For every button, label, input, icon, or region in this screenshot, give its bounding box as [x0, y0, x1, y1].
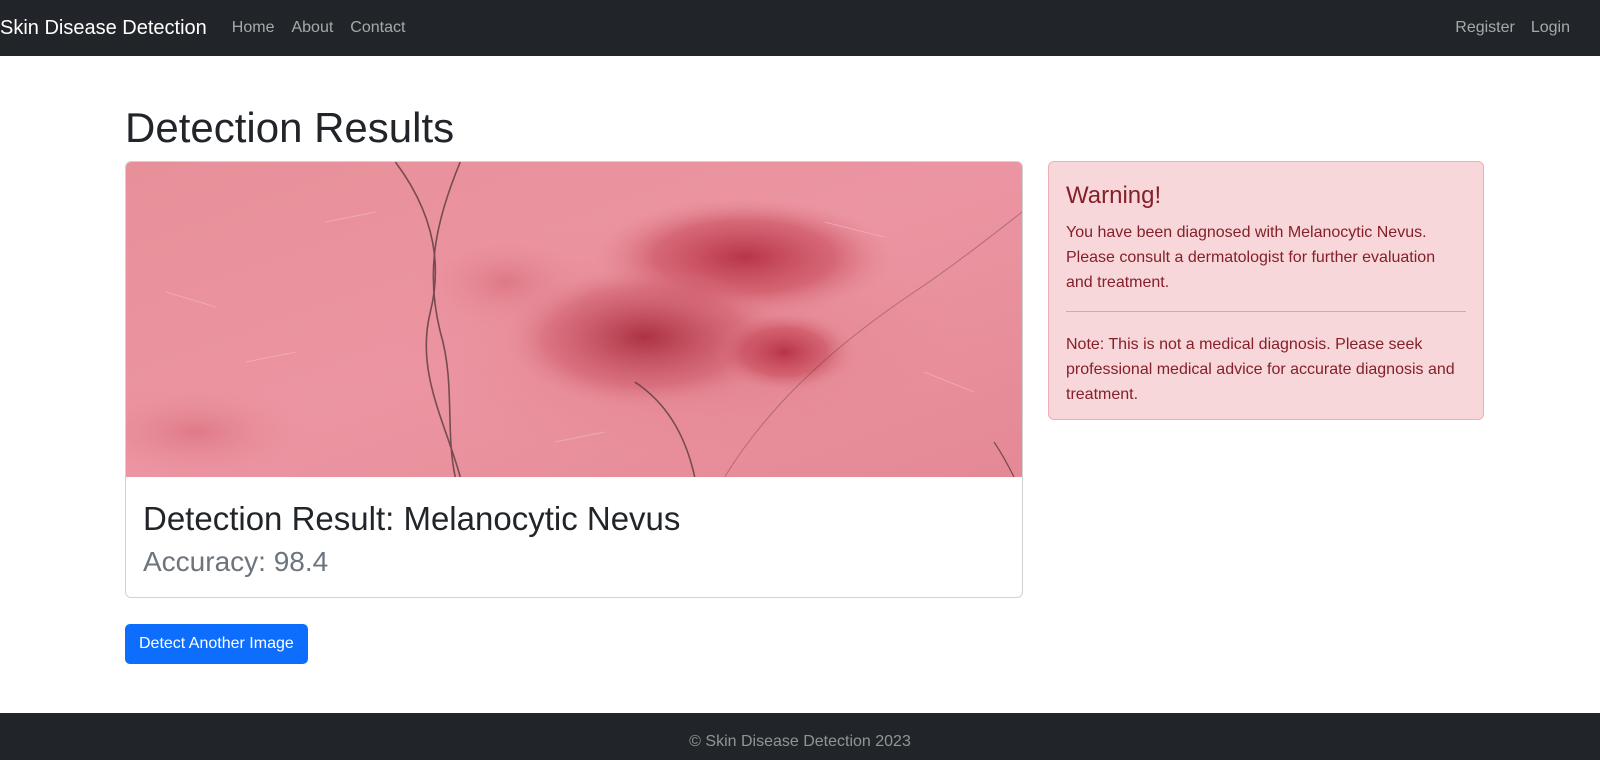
footer-copyright: © Skin Disease Detection 2023	[689, 733, 911, 750]
page-title: Detection Results	[125, 104, 455, 151]
nav-links: Home About Contact	[232, 19, 423, 37]
nav-home-link[interactable]: Home	[232, 19, 275, 37]
result-card-body: Detection Result: Melanocytic Nevus Accu…	[126, 477, 1022, 578]
alert-heading: Warning!	[1066, 182, 1162, 209]
warning-alert: Warning! You have been diagnosed with Me…	[1048, 161, 1484, 420]
alert-message: You have been diagnosed with Melanocytic…	[1066, 224, 1436, 291]
detect-another-image-button[interactable]: Detect Another Image	[125, 624, 308, 664]
alert-divider	[1066, 311, 1466, 312]
accuracy-value: Accuracy: 98.4	[143, 545, 329, 577]
nav-auth-links: Register Login	[1455, 19, 1600, 37]
login-link[interactable]: Login	[1531, 19, 1570, 37]
detection-result-label: Detection Result: Melanocytic Nevus	[143, 500, 681, 537]
brand-link[interactable]: Skin Disease Detection	[0, 17, 207, 40]
nav-contact-link[interactable]: Contact	[350, 19, 405, 37]
result-card: Detection Result: Melanocytic Nevus Accu…	[125, 161, 1023, 598]
alert-note: Note: This is not a medical diagnosis. P…	[1066, 336, 1455, 403]
page-footer: © Skin Disease Detection 2023	[0, 713, 1600, 760]
top-navbar: Skin Disease Detection Home About Contac…	[0, 0, 1600, 56]
skin-lesion-image	[126, 162, 1022, 477]
register-link[interactable]: Register	[1455, 19, 1515, 37]
nav-about-link[interactable]: About	[291, 19, 333, 37]
